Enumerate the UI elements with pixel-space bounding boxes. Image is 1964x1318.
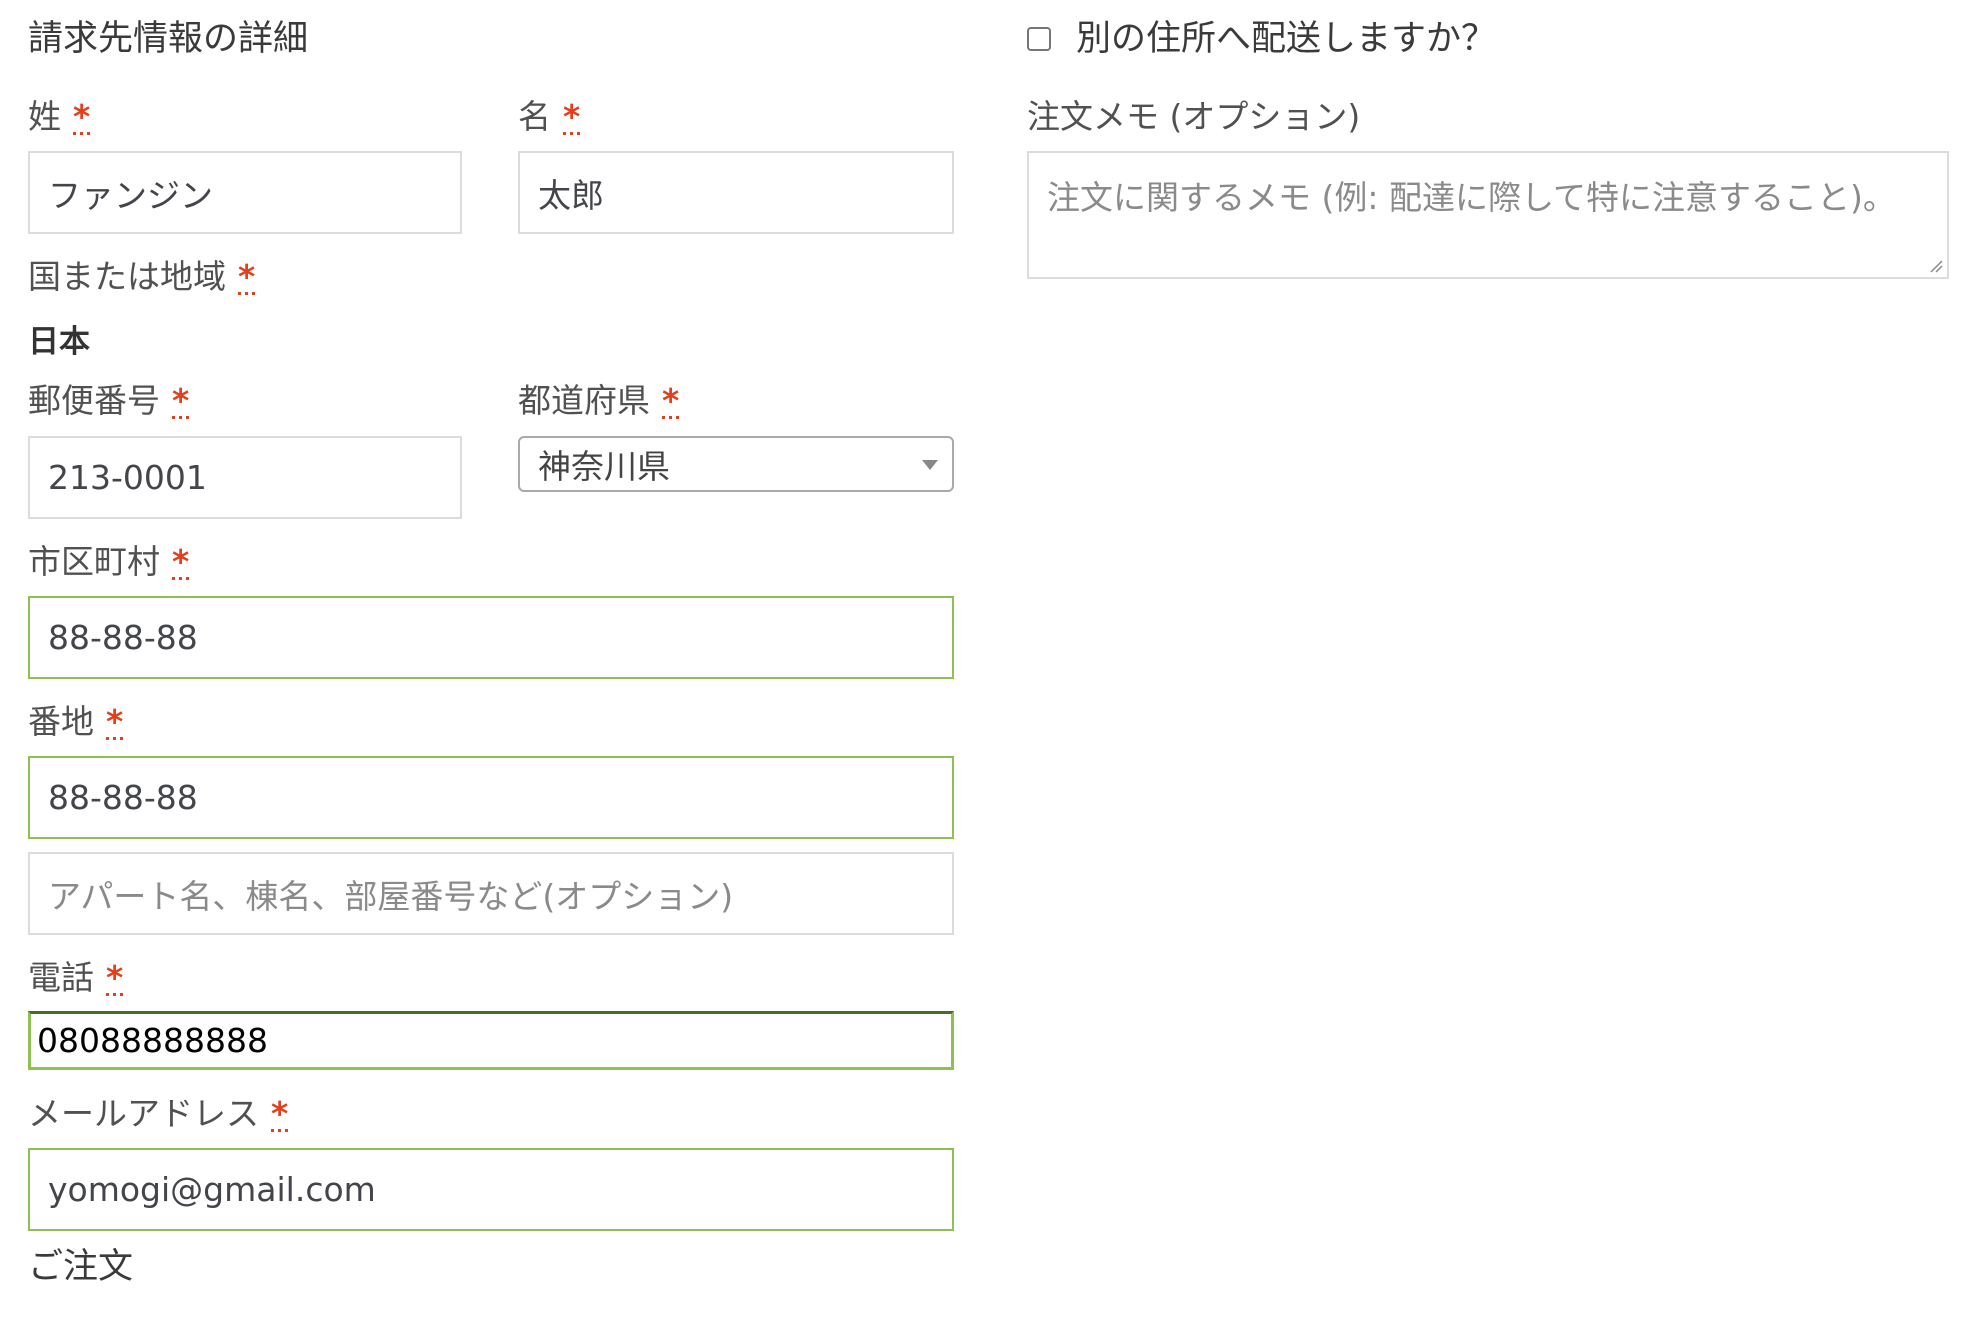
address1-label-text: 番地	[28, 702, 94, 741]
last-name-label: 姓 *	[28, 97, 91, 136]
ship-different-address-label[interactable]: 別の住所へ配送しますか？	[1076, 22, 1496, 57]
resize-grip-icon[interactable]	[1929, 259, 1943, 273]
address1-label: 番地 *	[28, 702, 124, 741]
phone-label: 電話 *	[28, 958, 124, 997]
email-label-text: メールアドレス	[28, 1094, 259, 1133]
state-label: 都道府県 *	[518, 381, 680, 420]
required-mark: *	[106, 702, 124, 741]
city-label-text: 市区町村	[28, 542, 160, 581]
chevron-down-icon	[922, 460, 938, 470]
state-select[interactable]: 神奈川県	[518, 436, 954, 492]
order-notes-label: 注文メモ (オプション)	[1027, 97, 1361, 136]
required-mark: *	[172, 381, 190, 420]
first-name-label-text: 名	[518, 97, 551, 136]
required-mark: *	[106, 958, 124, 997]
billing-details-heading: 請求先情報の詳細	[28, 19, 309, 59]
required-mark: *	[662, 381, 680, 420]
email-input[interactable]: yomogi@gmail.com	[28, 1148, 954, 1231]
postcode-label-text: 郵便番号	[28, 381, 160, 420]
country-label-text: 国または地域	[28, 257, 226, 296]
postcode-label: 郵便番号 *	[28, 381, 190, 420]
last-name-label-text: 姓	[28, 97, 61, 136]
city-input[interactable]: 88-88-88	[28, 596, 954, 679]
last-name-input[interactable]: ファンジン	[28, 151, 462, 234]
ship-different-address-checkbox[interactable]	[1027, 27, 1051, 51]
required-mark: *	[73, 97, 91, 136]
order-notes-textarea[interactable]: 注文に関するメモ (例: 配達に際して特に注意すること)。	[1027, 151, 1949, 279]
first-name-input[interactable]: 太郎	[518, 151, 954, 234]
city-label: 市区町村 *	[28, 542, 190, 581]
state-label-text: 都道府県	[518, 381, 650, 420]
checkout-form: 請求先情報の詳細 姓 * ファンジン 名 * 太郎 国または地域 * 日本 郵便番号 *…	[0, 0, 1964, 1318]
required-mark: *	[563, 97, 581, 136]
country-value: 日本	[28, 324, 90, 360]
address2-input[interactable]: アパート名、棟名、部屋番号など(オプション)	[28, 852, 954, 935]
address1-input[interactable]: 88-88-88	[28, 756, 954, 839]
order-notes-placeholder: 注文に関するメモ (例: 配達に際して特に注意すること)。	[1047, 178, 1896, 217]
first-name-label: 名 *	[518, 97, 581, 136]
your-order-heading: ご注文	[28, 1247, 134, 1287]
country-label: 国または地域 *	[28, 257, 256, 296]
phone-label-text: 電話	[28, 958, 94, 997]
phone-input[interactable]: 08088888888	[28, 1011, 954, 1070]
required-mark: *	[271, 1094, 289, 1133]
state-select-value: 神奈川県	[538, 447, 670, 486]
required-mark: *	[238, 257, 256, 296]
required-mark: *	[172, 542, 190, 581]
postcode-input[interactable]: 213-0001	[28, 436, 462, 519]
email-label: メールアドレス *	[28, 1094, 289, 1133]
